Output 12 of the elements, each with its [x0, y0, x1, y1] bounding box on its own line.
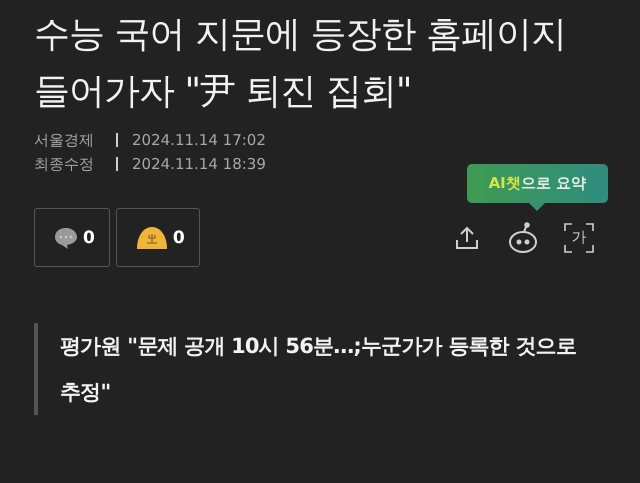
meta-label: 최종수정: [34, 154, 95, 174]
comment-button[interactable]: 0: [34, 208, 110, 267]
speech-bubble-icon: [53, 226, 79, 250]
subheadline: 평가원 "문제 공개 10시 56분…;누군가가 등록한 것으로 추정": [34, 323, 610, 415]
timestamp: 2024.11.14 18:39: [132, 154, 266, 174]
round-emoji-icon: [134, 224, 169, 250]
timestamp: 2024.11.14 17:02: [132, 130, 266, 150]
robot-icon: [507, 222, 539, 254]
headline: 수능 국어 지문에 등장한 홈페이지 들어가자 "尹 퇴진 집회": [34, 13, 567, 114]
bot-button[interactable]: [506, 220, 540, 254]
reaction-button[interactable]: 0: [116, 208, 200, 267]
meta-label: 서울경제: [34, 130, 95, 150]
